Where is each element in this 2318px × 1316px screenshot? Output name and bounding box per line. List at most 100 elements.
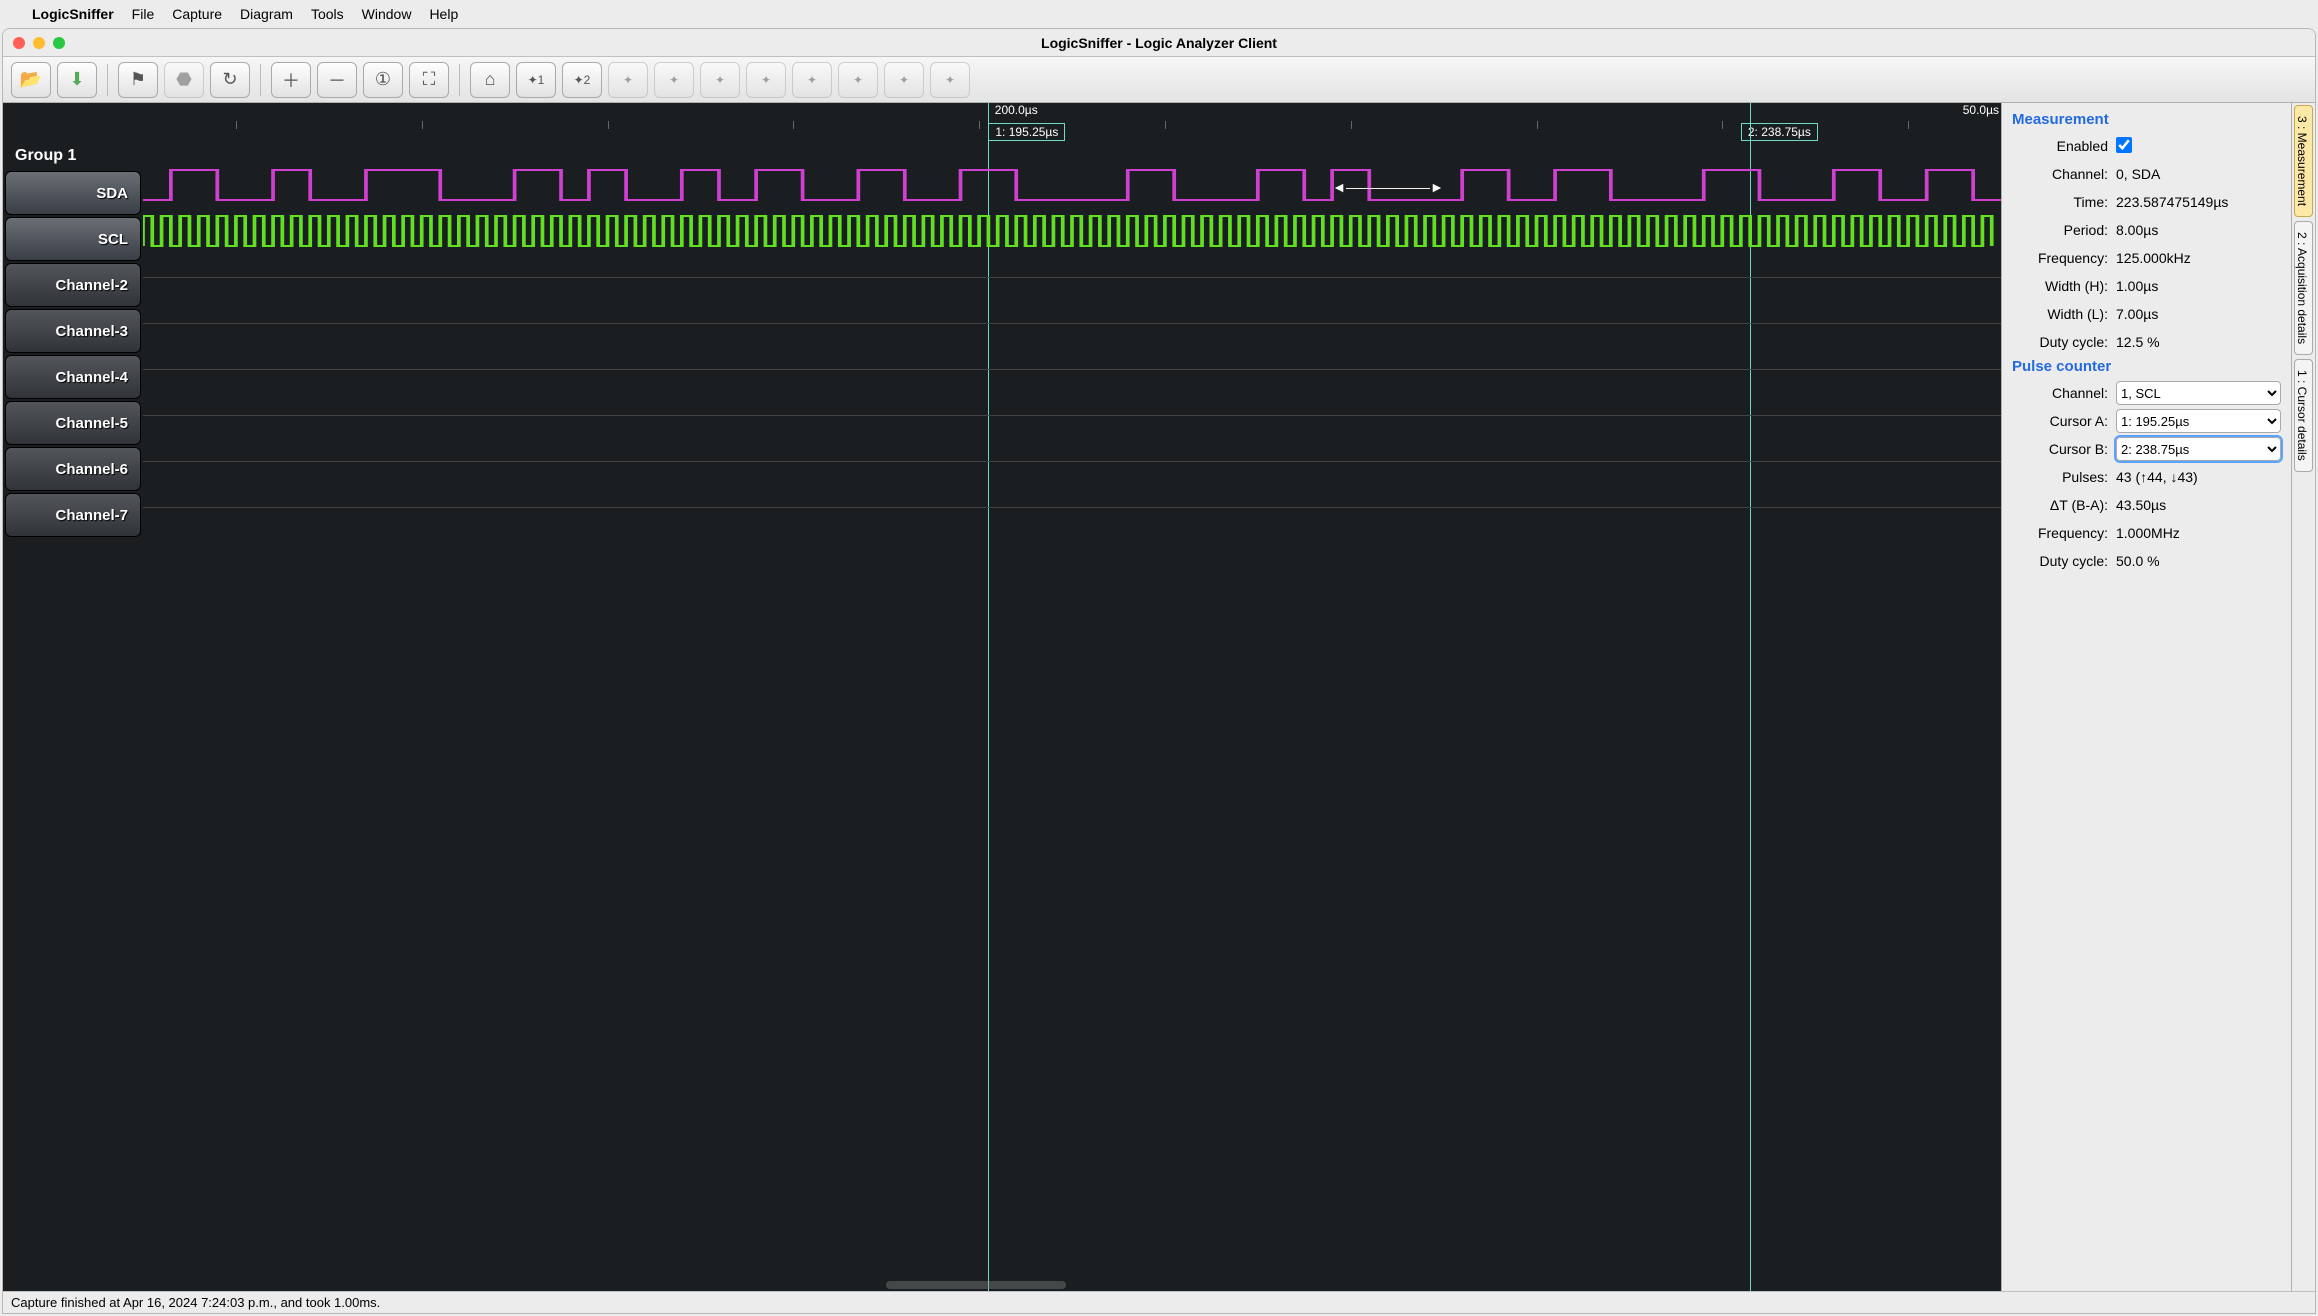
goto-cursor-7-button[interactable]: ✦ xyxy=(792,62,832,98)
side-panel: Measurement Enabled Channel:0, SDA Time:… xyxy=(2001,103,2291,1291)
capture-begin-button[interactable]: ⚑ xyxy=(118,62,158,98)
cursor5-icon: ✦ xyxy=(715,73,725,87)
goto-cursor-6-button[interactable]: ✦ xyxy=(746,62,786,98)
zoom-default-button[interactable]: ① xyxy=(363,62,403,98)
goto-cursor-5-button[interactable]: ✦ xyxy=(700,62,740,98)
channel-label-3[interactable]: Channel-3 xyxy=(5,309,141,353)
pc-freq-label: Frequency: xyxy=(2012,525,2116,541)
zoom-out-button[interactable]: － xyxy=(317,62,357,98)
m-widthL-label: Width (L): xyxy=(2012,306,2116,322)
home-icon: ⌂ xyxy=(485,69,496,90)
pc-channel-select[interactable]: 1, SCL xyxy=(2116,381,2281,405)
pc-dt-value: 43.50µs xyxy=(2116,497,2281,513)
channel-label-7[interactable]: Channel-7 xyxy=(5,493,141,537)
group-label: Group 1 xyxy=(5,139,141,171)
minimize-button[interactable] xyxy=(33,37,45,49)
waveform-canvas[interactable]: 200.0µs 50.0µs 1: 195.25µs 2: 238.75µs xyxy=(143,103,2001,1291)
cursor4-icon: ✦ xyxy=(669,73,679,87)
pc-cursorB-label: Cursor B: xyxy=(2012,441,2116,457)
main-area: Group 1 SDA SCL Channel-2 Channel-3 Chan… xyxy=(3,103,2315,1291)
pc-cursorA-select[interactable]: 1: 195.25µs xyxy=(2116,409,2281,433)
enabled-checkbox[interactable] xyxy=(2116,137,2132,153)
wave-row-scl xyxy=(143,211,2001,257)
pc-cursorB-select[interactable]: 2: 238.75µs xyxy=(2116,437,2281,461)
flag-icon: ⚑ xyxy=(130,69,146,90)
time-ruler: 200.0µs 50.0µs 1: 195.25µs 2: 238.75µs xyxy=(143,103,2001,135)
status-text: Capture finished at Apr 16, 2024 7:24:03… xyxy=(11,1295,380,1310)
channel-label-sda[interactable]: SDA xyxy=(5,171,141,215)
pc-dt-label: ΔT (B-A): xyxy=(2012,497,2116,513)
menu-tools[interactable]: Tools xyxy=(311,6,344,22)
wave-row-sda: ◄——————► xyxy=(143,165,2001,211)
menu-window[interactable]: Window xyxy=(362,6,412,22)
stop-icon: ⬣ xyxy=(176,69,192,90)
m-time-value: 223.587475149µs xyxy=(2116,194,2281,210)
one-icon: ① xyxy=(375,69,391,90)
minus-icon: － xyxy=(328,67,346,93)
m-freq-label: Frequency: xyxy=(2012,250,2116,266)
vtab-measurement[interactable]: 3 : Measurement xyxy=(2294,105,2313,217)
app-window: LogicSniffer - Logic Analyzer Client 📂 ⬇… xyxy=(2,28,2316,1314)
window-title: LogicSniffer - Logic Analyzer Client xyxy=(3,35,2315,51)
cursor1-icon: ✦1 xyxy=(528,73,545,87)
goto-cursor-4-button[interactable]: ✦ xyxy=(654,62,694,98)
wave-row-ch4 xyxy=(143,349,2001,395)
zoom-in-button[interactable]: ＋ xyxy=(271,62,311,98)
fit-icon: ⛶ xyxy=(423,69,436,90)
goto-cursor-2-button[interactable]: ✦2 xyxy=(562,62,602,98)
channel-label-6[interactable]: Channel-6 xyxy=(5,447,141,491)
capture-stop-button[interactable]: ⬣ xyxy=(164,62,204,98)
wave-row-ch7 xyxy=(143,487,2001,533)
zoom-fit-button[interactable]: ⛶ xyxy=(409,62,449,98)
pc-duty-value: 50.0 % xyxy=(2116,553,2281,569)
vtab-cursor-details[interactable]: 1 : Cursor details xyxy=(2294,359,2313,472)
goto-cursor-10-button[interactable]: ✦ xyxy=(930,62,970,98)
time-center-label: 200.0µs xyxy=(995,103,1038,117)
channel-label-4[interactable]: Channel-4 xyxy=(5,355,141,399)
channel-label-5[interactable]: Channel-5 xyxy=(5,401,141,445)
plus-icon: ＋ xyxy=(282,67,300,93)
toolbar: 📂 ⬇ ⚑ ⬣ ↻ ＋ － ① ⛶ ⌂ ✦1 ✦2 ✦ ✦ ✦ ✦ ✦ ✦ ✦ … xyxy=(3,57,2315,103)
close-button[interactable] xyxy=(13,37,25,49)
menu-diagram[interactable]: Diagram xyxy=(240,6,293,22)
wave-row-ch2 xyxy=(143,257,2001,303)
wave-row-ch5 xyxy=(143,395,2001,441)
m-freq-value: 125.000kHz xyxy=(2116,250,2281,266)
m-channel-label: Channel: xyxy=(2012,166,2116,182)
menu-file[interactable]: File xyxy=(132,6,155,22)
m-duty-value: 12.5 % xyxy=(2116,334,2281,350)
waveform-area[interactable]: Group 1 SDA SCL Channel-2 Channel-3 Chan… xyxy=(3,103,2001,1291)
time-scale-label: 50.0µs xyxy=(1963,103,1999,117)
folder-open-icon: 📂 xyxy=(20,69,42,90)
goto-cursor-8-button[interactable]: ✦ xyxy=(838,62,878,98)
save-button[interactable]: ⬇ xyxy=(57,62,97,98)
channel-label-scl[interactable]: SCL xyxy=(5,217,141,261)
maximize-button[interactable] xyxy=(53,37,65,49)
horizontal-scrollbar-thumb[interactable] xyxy=(886,1281,1066,1289)
cursor10-icon: ✦ xyxy=(945,73,955,87)
cursor7-icon: ✦ xyxy=(807,73,817,87)
m-widthL-value: 7.00µs xyxy=(2116,306,2281,322)
goto-cursor-3-button[interactable]: ✦ xyxy=(608,62,648,98)
menu-capture[interactable]: Capture xyxy=(172,6,222,22)
vtab-acquisition[interactable]: 2 : Acquisition details xyxy=(2294,221,2313,355)
cursor6-icon: ✦ xyxy=(761,73,771,87)
m-channel-value: 0, SDA xyxy=(2116,166,2281,182)
goto-trigger-button[interactable]: ⌂ xyxy=(470,62,510,98)
cursor9-icon: ✦ xyxy=(899,73,909,87)
goto-cursor-1-button[interactable]: ✦1 xyxy=(516,62,556,98)
measurement-arrow: ◄——————► xyxy=(1332,179,1444,195)
repeat-capture-button[interactable]: ↻ xyxy=(210,62,250,98)
channel-label-2[interactable]: Channel-2 xyxy=(5,263,141,307)
traffic-lights xyxy=(13,37,65,49)
wave-row-ch6 xyxy=(143,441,2001,487)
status-bar: Capture finished at Apr 16, 2024 7:24:03… xyxy=(3,1291,2315,1313)
menu-help[interactable]: Help xyxy=(429,6,458,22)
channel-labels: Group 1 SDA SCL Channel-2 Channel-3 Chan… xyxy=(3,103,143,1291)
pulse-counter-heading: Pulse counter xyxy=(2012,358,2281,375)
app-name[interactable]: LogicSniffer xyxy=(32,6,114,22)
pc-duty-label: Duty cycle: xyxy=(2012,553,2116,569)
goto-cursor-9-button[interactable]: ✦ xyxy=(884,62,924,98)
enabled-label: Enabled xyxy=(2012,138,2116,154)
open-button[interactable]: 📂 xyxy=(11,62,51,98)
